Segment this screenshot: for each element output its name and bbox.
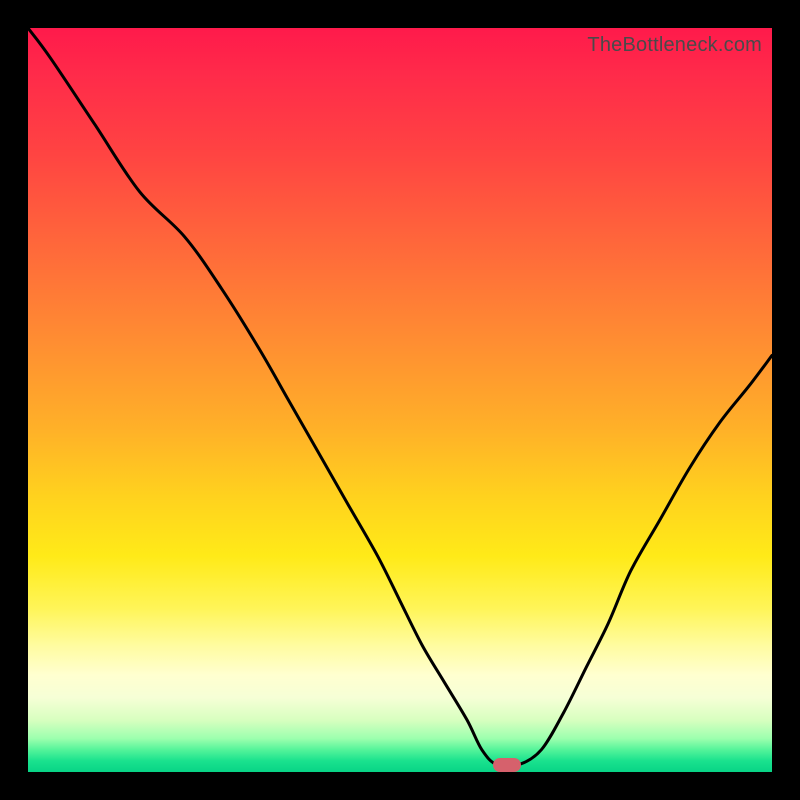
plot-area: TheBottleneck.com: [28, 28, 772, 772]
optimal-marker: [493, 758, 521, 772]
bottleneck-curve: [28, 28, 772, 772]
watermark-text: TheBottleneck.com: [587, 34, 762, 57]
chart-frame: TheBottleneck.com: [0, 0, 800, 800]
